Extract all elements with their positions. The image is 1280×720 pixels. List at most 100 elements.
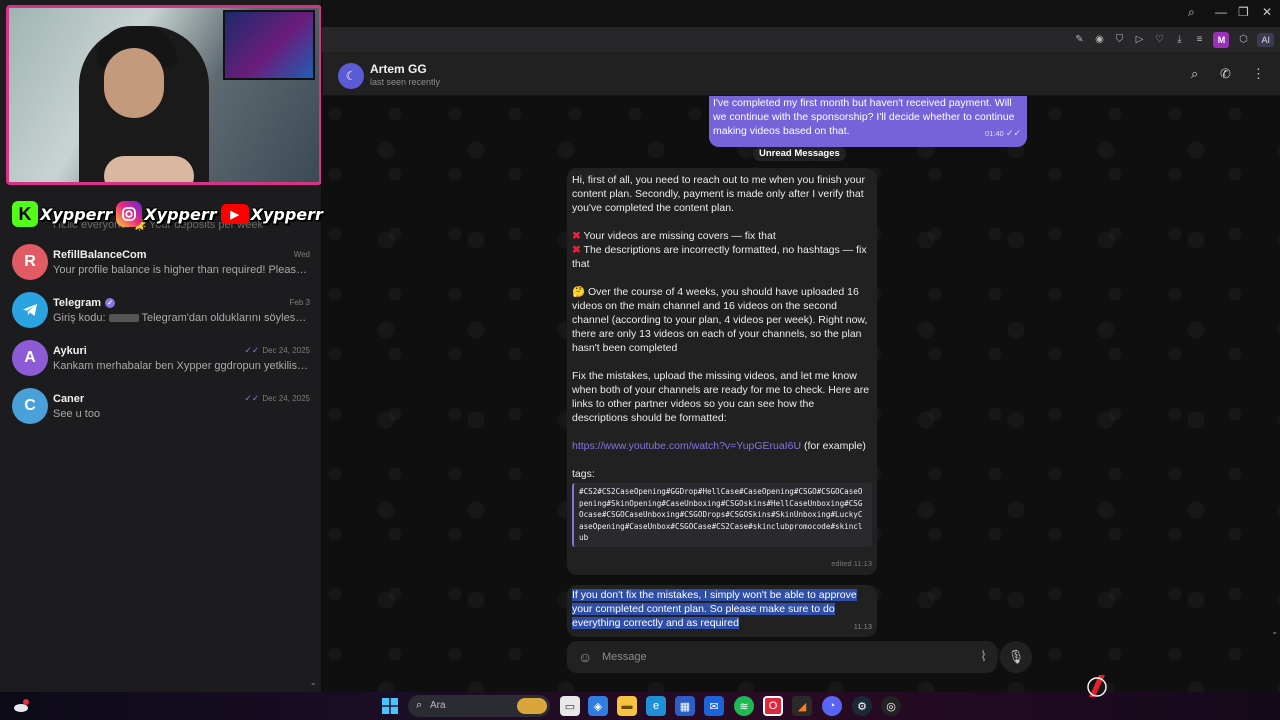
- chat-list-item[interactable]: Telegram ✓ Feb 3 Giriş kodu: Telegram'dan o…: [0, 286, 321, 334]
- edit-icon[interactable]: ✎: [1073, 34, 1085, 45]
- chat-date: Wed: [294, 250, 310, 259]
- chat-date: Feb 3: [290, 298, 310, 307]
- chat-name-text: Telegram: [53, 296, 102, 309]
- ai-button[interactable]: AI: [1257, 32, 1274, 47]
- message-paragraph: Hi, first of all, you need to reach out …: [572, 174, 865, 214]
- chat-top-row: Aykuri ✓✓ Dec 24, 2025: [53, 345, 310, 357]
- social-name: Xypperr: [144, 204, 217, 224]
- chat-top-row: Caner ✓✓ Dec 24, 2025: [53, 393, 310, 405]
- ai-label: AI: [1261, 34, 1270, 45]
- message-composer: ☺ ⌇: [567, 641, 997, 673]
- ggdrop-logo-icon[interactable]: ☾: [338, 63, 364, 89]
- extension-icon[interactable]: ⬡: [1237, 34, 1249, 45]
- download-icon[interactable]: ⤓: [1173, 34, 1185, 45]
- chat-status: last seen recently: [370, 77, 441, 87]
- social-youtube: ▶ Xypperr: [220, 204, 323, 224]
- file-explorer-icon[interactable]: ▬: [617, 696, 637, 716]
- outgoing-message[interactable]: I've completed my first month but haven'…: [709, 96, 1027, 147]
- task-view-icon[interactable]: ▭: [560, 696, 580, 716]
- camera-icon[interactable]: ◉: [1093, 34, 1105, 45]
- attach-icon[interactable]: ⌇: [980, 648, 987, 665]
- avatar-initial: C: [24, 397, 36, 414]
- widgets-icon[interactable]: ◈: [588, 696, 608, 716]
- microphone-icon[interactable]: 🎙: [1000, 641, 1032, 673]
- avatar: [12, 292, 48, 328]
- minimize-icon[interactable]: —: [1215, 5, 1227, 19]
- youtube-link[interactable]: https://www.youtube.com/watch?v=YupGErua…: [572, 440, 801, 452]
- screen: Hello everyone! 🌟 Your deposits per week…: [0, 0, 1280, 720]
- heart-icon[interactable]: ♡: [1153, 34, 1165, 45]
- chat-list-item[interactable]: C Caner ✓✓ Dec 24, 2025 See u too: [0, 382, 321, 430]
- chat-list-item[interactable]: A Aykuri ✓✓ Dec 24, 2025 Kankam merhabalar b…: [0, 334, 321, 382]
- chat-list: Hello everyone! 🌟 Your deposits per week…: [0, 212, 321, 430]
- close-icon[interactable]: ✕: [1262, 5, 1272, 19]
- hidden-code: [108, 313, 139, 322]
- more-options-icon[interactable]: ⋮: [1252, 66, 1265, 82]
- search-icon[interactable]: ⌕: [1188, 5, 1195, 20]
- chat-body: Aykuri ✓✓ Dec 24, 2025 Kankam merhabalar be…: [53, 345, 310, 372]
- telegram-icon: [23, 304, 37, 316]
- taskbar-search[interactable]: ⌕ Ara: [408, 695, 550, 717]
- edge-icon[interactable]: e: [646, 696, 666, 716]
- link-suffix: (for example): [801, 440, 866, 452]
- window-title-bar: ⌕ — ❐ ✕: [322, 0, 1280, 26]
- search-highlight-image: [517, 698, 547, 714]
- avatar: A: [12, 340, 48, 376]
- chat-date-text: Dec 24, 2025: [262, 394, 310, 403]
- chat-name: Caner: [53, 393, 84, 405]
- windows-start-icon[interactable]: [380, 696, 400, 716]
- unread-messages-divider: Unread Messages: [753, 147, 846, 161]
- chat-preview: Giriş kodu: Telegram'dan olduklarını söy…: [53, 312, 310, 324]
- chat-body: Caner ✓✓ Dec 24, 2025 See u too: [53, 393, 310, 420]
- opera-icon[interactable]: O: [763, 696, 783, 716]
- phone-icon[interactable]: ✆: [1220, 66, 1231, 82]
- spotify-icon[interactable]: ≋: [734, 696, 754, 716]
- tags-code-block[interactable]: #CS2#CS2CaseOpening#GGDrop#HellCase#Case…: [572, 483, 872, 547]
- maximize-icon[interactable]: ❐: [1238, 5, 1249, 19]
- shield-icon[interactable]: ⛉: [1113, 34, 1125, 45]
- chat-title[interactable]: Artem GG: [370, 62, 427, 76]
- emoji-icon[interactable]: ☺: [578, 649, 592, 665]
- chat-name: Aykuri: [53, 345, 87, 357]
- chat-preview: Your profile balance is higher than requ…: [53, 263, 310, 276]
- incoming-message[interactable]: Hi, first of all, you need to reach out …: [567, 168, 877, 575]
- mail-icon[interactable]: ✉: [704, 696, 724, 716]
- discord-icon[interactable]: ◔: [822, 696, 842, 716]
- chat-top-row: Telegram ✓ Feb 3: [53, 297, 310, 309]
- avatar-initial: A: [24, 349, 36, 366]
- chat-name-text: Caner: [53, 392, 85, 405]
- steam-icon[interactable]: ⚙: [852, 696, 872, 716]
- chat-date-text: Dec 24, 2025: [262, 346, 310, 355]
- search-icon[interactable]: ⌕: [1191, 66, 1198, 82]
- chat-header: ☾ Artem GG last seen recently ⌕ ✆ ⋮: [323, 52, 1280, 96]
- store-icon[interactable]: ▦: [675, 696, 695, 716]
- social-handles-overlay: K Xypperr Xypperr ▶ Xypperr: [12, 198, 323, 230]
- streamer-face: [104, 48, 164, 118]
- read-checks-icon: ✓✓: [244, 393, 260, 403]
- scroll-down-chevron-icon[interactable]: ⌄: [309, 677, 317, 688]
- social-instagram: Xypperr: [116, 201, 217, 227]
- chat-body: Telegram ✓ Feb 3 Giriş kodu: Telegram'dan o…: [53, 297, 310, 324]
- chat-list-item[interactable]: R RefillBalanceCom Wed Your profile balance…: [0, 238, 321, 286]
- profile-avatar[interactable]: M: [1213, 31, 1230, 48]
- message-input[interactable]: [602, 647, 952, 667]
- chat-body: RefillBalanceCom Wed Your profile balance …: [53, 249, 310, 276]
- selected-message[interactable]: If you don't fix the mistakes, I simply …: [567, 585, 877, 637]
- browser-toolbar: ✎ ◉ ⛉ ▷ ♡ ⤓ ≡ M ⬡ AI: [322, 27, 1280, 52]
- menu-icon[interactable]: ≡: [1193, 34, 1205, 45]
- preview-text: Giriş kodu:: [53, 311, 106, 324]
- browser-tools: ✎ ◉ ⛉ ▷ ♡ ⤓ ≡ M ⬡ AI: [1073, 27, 1280, 52]
- play-icon[interactable]: ▷: [1133, 34, 1145, 45]
- message-time: 01:40: [985, 129, 1004, 138]
- arrow-app-icon[interactable]: ◢: [792, 696, 812, 716]
- obs-icon[interactable]: ◎: [881, 696, 901, 716]
- read-checks-icon: ✓✓: [244, 345, 260, 355]
- weather-icon[interactable]: [12, 697, 30, 715]
- scroll-down-chevron-icon[interactable]: ⌄: [1271, 627, 1278, 636]
- avatar: C: [12, 388, 48, 424]
- issue-item: Your videos are missing covers — fix tha…: [583, 230, 776, 242]
- webcam-overlay: [6, 5, 321, 185]
- message-paragraph: Fix the mistakes, upload the missing vid…: [572, 370, 870, 424]
- chat-date: ✓✓ Dec 24, 2025: [244, 393, 310, 404]
- message-paragraph: 🤔 Over the course of 4 weeks, you should…: [572, 286, 868, 354]
